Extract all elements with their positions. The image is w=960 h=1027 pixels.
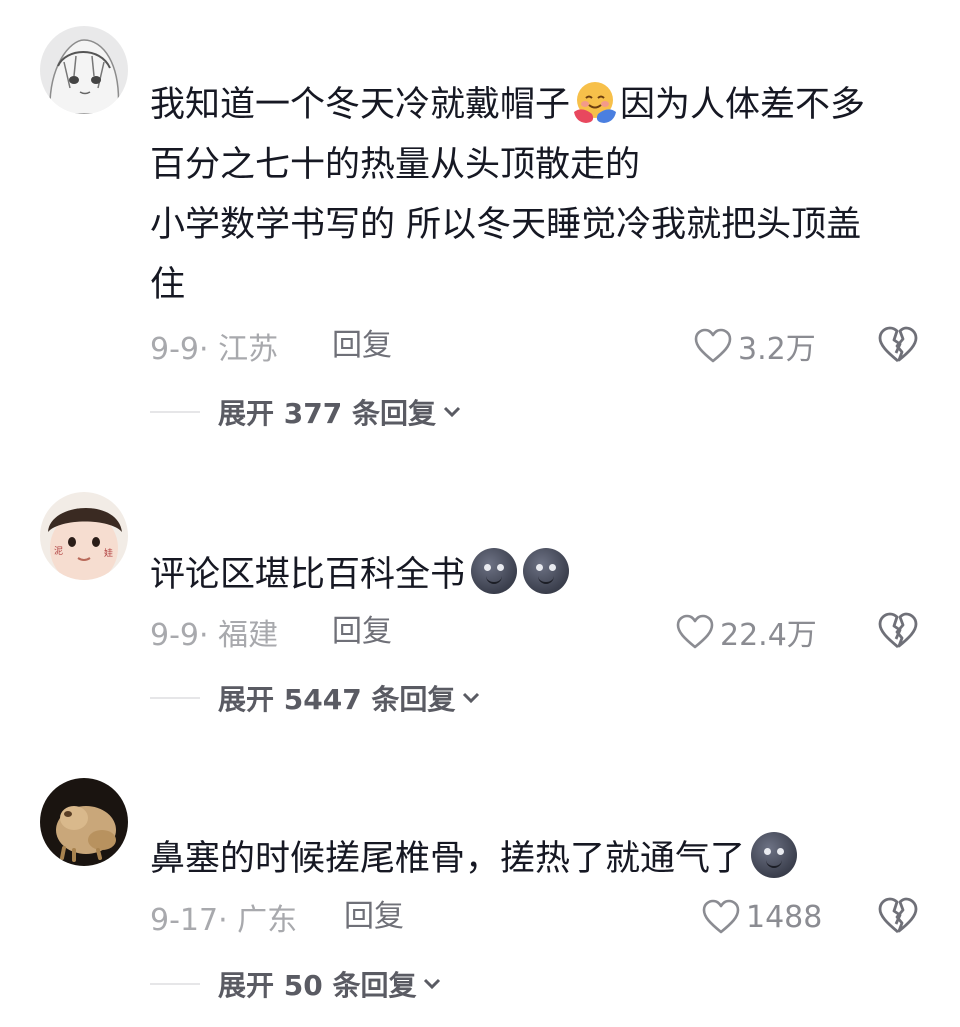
comment-text: 鼻塞的时候搓尾椎骨，搓热了就通气了 [150,829,930,889]
comment-line-5: 住 [150,265,186,305]
reply-button[interactable]: 回复 [332,612,392,652]
avatar[interactable]: 泥 娃 [40,492,128,580]
expand-label: 展开 377 条回复 [218,397,436,430]
comment-line-1: 我知道一个冬天冷就戴帽子 [150,85,571,125]
like-count: 1488 [746,899,823,935]
new-moon-face-emoji-icon [523,548,570,594]
comment-line-3: 百分之七十的热量从头顶散走的 [150,145,641,185]
chevron-down-icon [443,406,461,418]
avatar[interactable] [40,26,128,114]
expand-replies[interactable]: 展开 377 条回复 [150,392,462,432]
like-count: 22.4万 [720,618,817,653]
comment-line-1: 评论区堪比百科全书 [150,555,466,595]
broken-heart-icon [878,612,918,649]
expand-label: 展开 50 条回复 [218,969,417,1002]
new-moon-face-emoji-icon [751,832,798,878]
comment-text: 评论区堪比百科全书 [150,545,930,605]
heart-outline-icon [694,328,732,363]
broken-heart-icon [878,897,918,934]
comment-line-2: 因为人体差不多 [620,85,866,125]
date-location: 9-17· 广东 [150,903,298,938]
broken-heart-icon [878,326,918,363]
like-button[interactable]: 22.4万 [676,612,817,653]
svg-text:娃: 娃 [104,547,113,559]
date-location: 9-9· 福建 [150,618,279,653]
reply-button[interactable]: 回复 [344,897,404,937]
avatar[interactable] [40,778,128,866]
new-moon-face-emoji-icon [471,548,518,594]
reply-button[interactable]: 回复 [332,326,392,366]
heart-outline-icon [702,899,740,934]
date-location: 9-9· 江苏 [150,332,279,367]
dislike-button[interactable] [878,897,920,937]
divider-dash [150,697,200,699]
divider-dash [150,411,200,413]
comment-line-1: 鼻塞的时候搓尾椎骨，搓热了就通气了 [150,839,746,879]
like-count: 3.2万 [738,332,816,367]
comment-text: 我知道一个冬天冷就戴帽子 因为人体差不多 百分之七十的热量从头顶散走的 小学数学书… [150,75,930,315]
like-button[interactable]: 1488 [702,897,822,937]
comment-line-4: 小学数学书写的 所以冬天睡觉冷我就把头顶盖 [150,205,862,245]
dislike-button[interactable] [878,612,920,652]
chevron-down-icon [463,692,480,704]
expand-replies[interactable]: 展开 5447 条回复 [150,678,481,718]
svg-text:泥: 泥 [54,546,63,557]
dislike-button[interactable] [878,326,920,366]
expand-replies[interactable]: 展开 50 条回复 [150,964,442,1004]
divider-dash [150,983,200,985]
chevron-down-icon [424,978,441,990]
like-button[interactable]: 3.2万 [694,326,816,367]
heart-outline-icon [676,614,714,649]
hugging-face-emoji-icon [572,78,618,124]
expand-label: 展开 5447 条回复 [218,683,456,716]
